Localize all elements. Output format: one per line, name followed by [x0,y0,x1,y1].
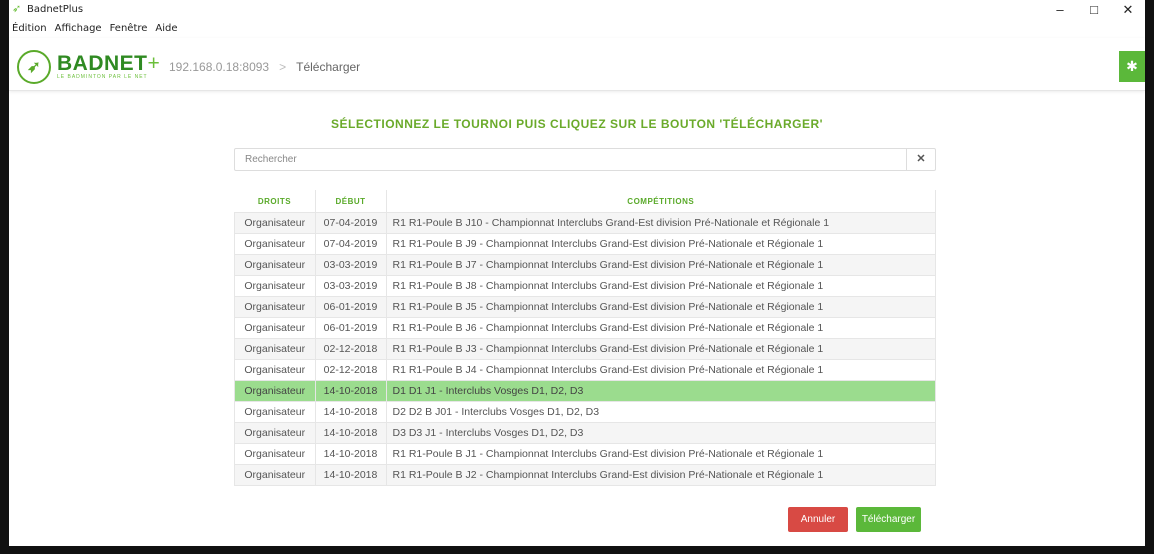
minimize-button[interactable]: – [1043,0,1077,19]
cell-droits: Organisateur [234,443,316,465]
cell-competition: R1 R1-Poule B J9 - Championnat Interclub… [385,233,936,255]
cell-competition: R1 R1-Poule B J8 - Championnat Interclub… [385,275,936,297]
table-row[interactable]: Organisateur 14-10-2018 D2 D2 B J01 - Inte… [234,401,936,423]
table-body: Organisateur 07-04-2019 R1 R1-Poule B J10 … [234,212,936,486]
table-row[interactable]: Organisateur 14-10-2018 D1 D1 J1 - Intercl… [234,380,936,402]
cell-droits: Organisateur [234,275,316,297]
cell-competition: R1 R1-Poule B J1 - Championnat Interclub… [385,443,936,465]
table-row[interactable]: Organisateur 07-04-2019 R1 R1-Poule B J10 … [234,212,936,234]
cell-droits: Organisateur [234,359,316,381]
cell-debut: 02-12-2018 [314,359,387,381]
cell-competition: R1 R1-Poule B J2 - Championnat Interclub… [385,464,936,486]
cell-droits: Organisateur [234,380,316,402]
clear-search-button[interactable]: ✕ [906,149,935,170]
menu-fenetre[interactable]: Fenêtre [107,23,153,34]
cell-competition: R1 R1-Poule B J10 - Championnat Interclu… [385,212,936,234]
cell-competition: R1 R1-Poule B J4 - Championnat Interclub… [385,359,936,381]
cell-droits: Organisateur [234,254,316,276]
table-row[interactable]: Organisateur 02-12-2018 R1 R1-Poule B J3 -… [234,338,936,360]
cell-debut: 06-01-2019 [314,317,387,339]
table-row[interactable]: Organisateur 02-12-2018 R1 R1-Poule B J4 -… [234,359,936,381]
table-row[interactable]: Organisateur 03-03-2019 R1 R1-Poule B J7 -… [234,254,936,276]
logo-wordmark: BADNET+ [57,52,161,75]
download-button[interactable]: Télécharger [856,507,921,532]
cell-competition: R1 R1-Poule B J3 - Championnat Interclub… [385,338,936,360]
table-header-row: DROITS DÉBUT COMPÉTITIONS [234,190,936,213]
window-frame-right [1145,0,1154,554]
logo-tagline: LE BADMINTON PAR LE NET [57,74,148,80]
cell-competition: D2 D2 B J01 - Interclubs Vosges D1, D2, … [385,401,936,423]
cell-droits: Organisateur [234,401,316,423]
table-row[interactable]: Organisateur 06-01-2019 R1 R1-Poule B J5 -… [234,296,936,318]
menu-aide[interactable]: Aide [152,23,182,34]
cell-droits: Organisateur [234,338,316,360]
maximize-button[interactable]: □ [1077,0,1111,19]
cancel-button[interactable]: Annuler [788,507,848,532]
close-icon: ✕ [916,153,926,165]
breadcrumb-separator: > [279,60,287,74]
column-header-competitions[interactable]: COMPÉTITIONS [386,190,936,213]
cell-droits: Organisateur [234,464,316,486]
window-titlebar: ➶ BadnetPlus – □ ✕ [9,0,1145,19]
menu-bar: Édition Affichage Fenêtre Aide [9,19,1145,38]
table-row[interactable]: Organisateur 14-10-2018 R1 R1-Poule B J2 -… [234,464,936,486]
cell-debut: 14-10-2018 [314,443,387,465]
window-frame-bottom [0,546,1154,554]
menu-affichage[interactable]: Affichage [52,23,107,34]
top-navbar: ➶ BADNET+ LE BADMINTON PAR LE NET 192.16… [9,38,1145,91]
competitions-table: DROITS DÉBUT COMPÉTITIONS Organisateur 07… [234,190,936,486]
cell-competition: D1 D1 J1 - Interclubs Vosges D1, D2, D3 [385,380,936,402]
cell-debut: 07-04-2019 [314,233,387,255]
table-row[interactable]: Organisateur 06-01-2019 R1 R1-Poule B J6 -… [234,317,936,339]
window-title: BadnetPlus [27,4,84,15]
cell-competition: D3 D3 J1 - Interclubs Vosges D1, D2, D3 [385,422,936,444]
page-title: SÉLECTIONNEZ LE TOURNOI PUIS CLIQUEZ SUR… [331,117,823,131]
cell-debut: 14-10-2018 [314,380,387,402]
cell-droits: Organisateur [234,233,316,255]
bug-icon: ✱ [1126,58,1138,74]
shuttlecock-icon: ➶ [12,3,22,15]
logo-text: BADNET+ LE BADMINTON PAR LE NET [57,53,160,81]
cell-debut: 14-10-2018 [314,464,387,486]
breadcrumb-current: Télécharger [296,60,361,74]
cell-debut: 06-01-2019 [314,296,387,318]
window-frame-left [0,0,9,554]
search-box: ✕ [234,148,936,171]
cell-debut: 03-03-2019 [314,275,387,297]
cell-debut: 14-10-2018 [314,422,387,444]
column-header-debut[interactable]: DÉBUT [315,190,387,213]
cell-competition: R1 R1-Poule B J6 - Championnat Interclub… [385,317,936,339]
cell-droits: Organisateur [234,296,316,318]
table-row[interactable]: Organisateur 03-03-2019 R1 R1-Poule B J8 -… [234,275,936,297]
table-row[interactable]: Organisateur 07-04-2019 R1 R1-Poule B J9 -… [234,233,936,255]
breadcrumb: 192.168.0.18:8093 > Télécharger [169,60,360,74]
column-header-droits[interactable]: DROITS [234,190,316,213]
cell-debut: 03-03-2019 [314,254,387,276]
cell-debut: 14-10-2018 [314,401,387,423]
cell-droits: Organisateur [234,422,316,444]
window-controls: – □ ✕ [1043,0,1145,19]
search-input[interactable] [235,149,905,170]
bug-report-button[interactable]: ✱ [1119,51,1145,82]
close-window-button[interactable]: ✕ [1111,0,1145,19]
logo-shuttlecock-icon: ➶ [17,50,51,84]
menu-edition[interactable]: Édition [9,23,52,34]
cell-droits: Organisateur [234,212,316,234]
table-row[interactable]: Organisateur 14-10-2018 D3 D3 J1 - Intercl… [234,422,936,444]
cell-debut: 02-12-2018 [314,338,387,360]
cell-droits: Organisateur [234,317,316,339]
breadcrumb-host[interactable]: 192.168.0.18:8093 [169,60,269,74]
cell-competition: R1 R1-Poule B J5 - Championnat Interclub… [385,296,936,318]
badnet-logo[interactable]: ➶ BADNET+ LE BADMINTON PAR LE NET [17,50,160,84]
cell-competition: R1 R1-Poule B J7 - Championnat Interclub… [385,254,936,276]
cell-debut: 07-04-2019 [314,212,387,234]
table-row[interactable]: Organisateur 14-10-2018 R1 R1-Poule B J1 -… [234,443,936,465]
